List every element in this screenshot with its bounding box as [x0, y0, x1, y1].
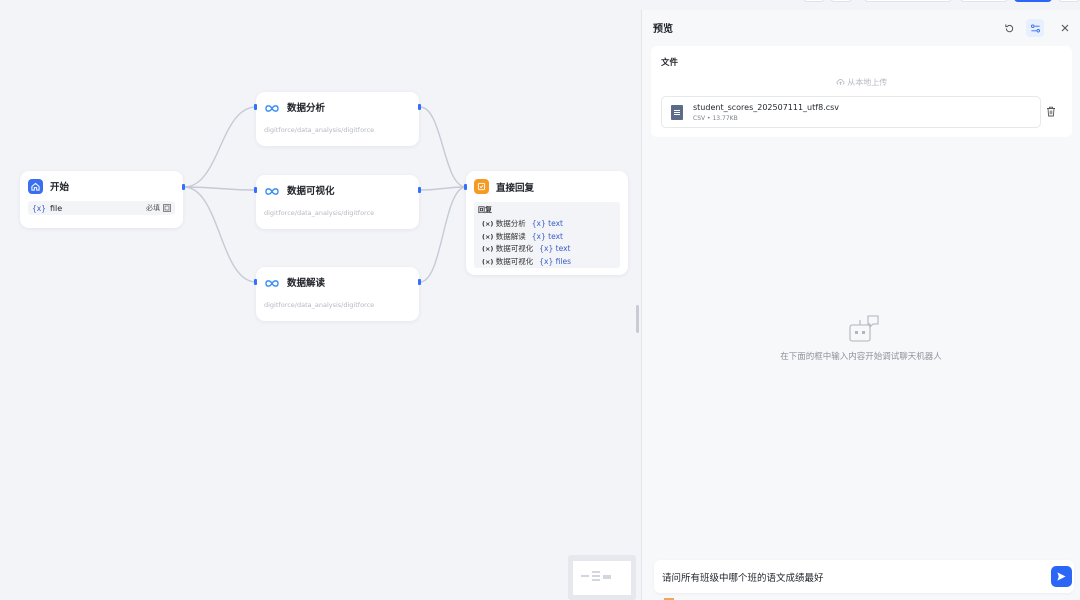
edge-analysis-reply: [419, 106, 467, 188]
node-interpret-title: 数据解读: [287, 278, 326, 289]
analysis-input-port[interactable]: [254, 104, 257, 110]
toolbar-button[interactable]: [1058, 0, 1080, 2]
reply-row-target: files: [555, 256, 571, 266]
file-size: 13.77KB: [712, 115, 738, 122]
file-item[interactable]: student_scores_202507111_utf8.csv CSV • …: [661, 96, 1041, 128]
toolbar-primary-button[interactable]: [1014, 0, 1052, 2]
node-analysis[interactable]: 数据分析 digitforce/data_analysis/digitforce: [254, 92, 421, 146]
toolbar-button[interactable]: [830, 0, 852, 2]
node-analysis-path: digitforce/data_analysis/digitforce: [264, 126, 375, 134]
reply-row: (×) 数据分析 {x} text: [482, 218, 563, 228]
toolbar-button[interactable]: [960, 0, 1008, 2]
analysis-output-port[interactable]: [418, 104, 421, 110]
minimap[interactable]: [568, 555, 636, 600]
file-meta: CSV • 13.77KB: [693, 115, 738, 122]
reply-row: (×) 数据可视化 {x} text: [482, 244, 571, 254]
required-label: 必填: [146, 204, 160, 212]
toolbar-button[interactable]: [803, 0, 825, 2]
file-type-icon: [163, 204, 171, 212]
file-name: student_scores_202507111_utf8.csv: [693, 103, 840, 112]
infinity-icon: [264, 98, 280, 117]
panel-tools: [1000, 19, 1074, 37]
node-reply[interactable]: 直接回复 回复 (×) 数据分析 {x} text (×) 数据解读 {x} t…: [464, 171, 628, 275]
preview-panel: 预览 文件 从本地上传 student_scores_202507111_utf…: [641, 10, 1080, 600]
files-label: 文件: [661, 58, 679, 68]
variable-name: file: [49, 203, 63, 213]
node-reply-title: 直接回复: [496, 182, 535, 194]
variable-icon: {x}: [32, 203, 46, 213]
node-visualize-title: 数据可视化: [287, 186, 335, 197]
close-icon[interactable]: [1056, 19, 1074, 37]
chat-input[interactable]: 请问所有班级中哪个班的语文成绩最好: [662, 570, 824, 584]
send-button[interactable]: [1051, 566, 1072, 587]
reply-section-label: 回复: [478, 206, 492, 214]
file-type: CSV: [693, 115, 706, 122]
cloud-upload-icon: [836, 78, 848, 87]
node-analysis-title: 数据分析: [287, 103, 326, 114]
chat-input-box[interactable]: 请问所有班级中哪个班的语文成绩最好: [654, 560, 1074, 593]
infinity-icon: [264, 181, 280, 200]
node-visualize[interactable]: 数据可视化 digitforce/data_analysis/digitforc…: [254, 175, 421, 229]
infinity-icon: [264, 273, 280, 292]
node-visualize-path: digitforce/data_analysis/digitforce: [264, 209, 375, 217]
empty-state-text: 在下面的框中输入内容开始调试聊天机器人: [780, 352, 942, 362]
interpret-output-port[interactable]: [418, 279, 421, 285]
node-start-title: 开始: [50, 182, 70, 193]
panel-resize-handle[interactable]: [636, 305, 639, 333]
upload-button[interactable]: 从本地上传: [651, 77, 1072, 88]
edge-start-interpret: [183, 186, 257, 283]
node-interpret-path: digitforce/data_analysis/digitforce: [264, 301, 375, 309]
send-icon: [1056, 567, 1067, 586]
interpret-input-port[interactable]: [254, 279, 257, 285]
variables-toggle-icon[interactable]: [1026, 19, 1044, 37]
reply-row: (×) 数据可视化 {x} files: [482, 256, 571, 266]
start-variable-row[interactable]: {x} file 必填: [28, 201, 175, 215]
reply-row-target: text: [548, 231, 563, 241]
reply-row-source: 数据可视化: [495, 244, 534, 254]
panel-title: 预览: [653, 24, 673, 35]
reply-row-target: text: [555, 244, 571, 254]
home-icon: [28, 178, 43, 194]
node-interpret[interactable]: 数据解读 digitforce/data_analysis/digitforce: [254, 267, 421, 321]
edge-interpret-reply: [419, 186, 467, 283]
reply-input-port[interactable]: [464, 184, 467, 190]
toolbar-button[interactable]: [864, 0, 952, 2]
chatbot-empty-icon: [847, 314, 881, 348]
reply-row-target: text: [548, 218, 563, 228]
files-card: 文件 从本地上传 student_scores_202507111_utf8.c…: [651, 46, 1072, 137]
node-start[interactable]: 开始 {x} file 必填: [20, 171, 185, 228]
visualize-input-port[interactable]: [254, 187, 257, 193]
reply-content-box[interactable]: 回复 (×) 数据分析 {x} text (×) 数据解读 {x} text (…: [474, 202, 620, 268]
reply-row-source: 数据可视化: [495, 256, 534, 266]
reply-row: (×) 数据解读 {x} text: [482, 231, 563, 241]
edge-start-analysis: [183, 106, 257, 188]
visualize-output-port[interactable]: [418, 187, 421, 193]
start-output-port[interactable]: [182, 184, 185, 190]
refresh-icon[interactable]: [1000, 19, 1018, 37]
document-icon: [671, 105, 683, 120]
minimap-viewport: [573, 561, 631, 595]
trash-icon[interactable]: [1045, 105, 1057, 117]
reply-row-source: 数据分析: [495, 218, 526, 228]
reply-row-source: 数据解读: [495, 231, 526, 241]
upload-label: 从本地上传: [847, 78, 888, 87]
workflow-canvas[interactable]: 开始 {x} file 必填 数据分析 digitforce/data_analy…: [0, 0, 641, 600]
reply-icon: [474, 179, 489, 194]
